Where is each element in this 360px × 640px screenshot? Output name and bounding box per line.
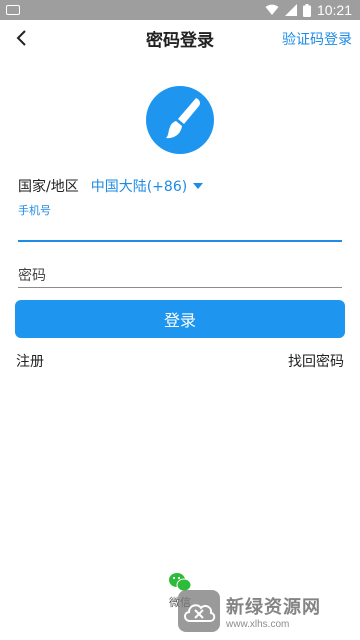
app-logo (146, 86, 214, 154)
register-link[interactable]: 注册 (16, 351, 44, 371)
forgot-password-link[interactable]: 找回密码 (288, 351, 344, 371)
region-label: 国家/地区 (18, 179, 79, 195)
sms-login-link[interactable]: 验证码登录 (282, 29, 352, 49)
brush-logo-icon (146, 86, 214, 154)
status-left (6, 5, 20, 15)
status-bar: 10:21 (0, 0, 360, 20)
chevron-left-icon (16, 30, 26, 46)
status-time: 10:21 (316, 2, 352, 18)
phone-input[interactable] (18, 218, 342, 242)
back-button[interactable] (10, 26, 34, 50)
password-input[interactable] (18, 264, 342, 288)
watermark-logo (178, 590, 220, 632)
watermark-text: 新绿资源网 www.xlhs.com (226, 593, 321, 630)
sd-card-icon (6, 5, 20, 15)
region-value[interactable]: 中国大陆(+86) (91, 176, 187, 196)
region-selector[interactable]: 国家/地区 中国大陆(+86) (18, 176, 204, 196)
cloud-x-icon (184, 604, 216, 622)
battery-icon (302, 3, 311, 17)
watermark-url: www.xlhs.com (226, 618, 290, 630)
wifi-icon (265, 4, 279, 15)
status-right: 10:21 (265, 2, 352, 18)
app-bar: 密码登录 验证码登录 (0, 20, 360, 56)
login-button[interactable]: 登录 (15, 300, 345, 338)
watermark-title: 新绿资源网 (226, 596, 321, 618)
signal-icon (284, 4, 297, 16)
caret-down-icon[interactable] (193, 183, 204, 189)
phone-label: 手机号 (18, 204, 51, 217)
page-title: 密码登录 (146, 30, 214, 51)
watermark: 新绿资源网 www.xlhs.com (178, 586, 348, 636)
